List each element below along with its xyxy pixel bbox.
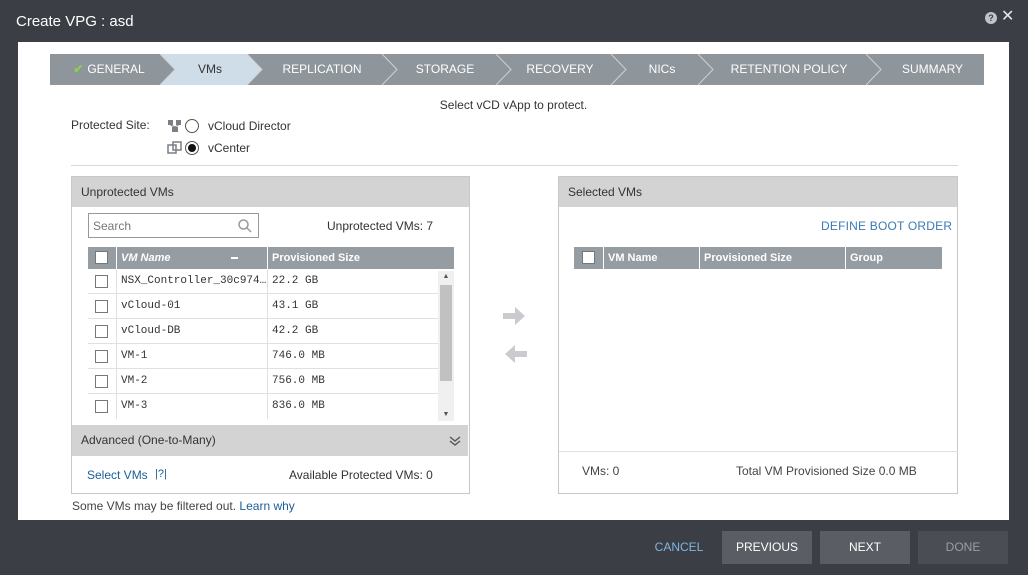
check-icon: ✔: [73, 62, 84, 76]
selected-vms-panel: Selected VMs DEFINE BOOT ORDER VM Name P…: [558, 176, 958, 494]
site-option-label: vCenter: [208, 141, 251, 155]
table-row[interactable]: VM-1 746.0 MB: [88, 344, 438, 369]
wizard-step-replication[interactable]: REPLICATION: [262, 54, 382, 85]
select-all-checkbox[interactable]: [582, 251, 595, 264]
vm-size: 756.0 MB: [267, 369, 438, 394]
row-checkbox[interactable]: [95, 275, 108, 288]
column-group[interactable]: Group: [845, 247, 942, 269]
wizard-step-vms[interactable]: VMs: [168, 54, 252, 85]
table-row[interactable]: NSX_Controller_30c974... 22.2 GB: [88, 269, 438, 294]
previous-button[interactable]: PREVIOUS: [722, 531, 812, 564]
unprotected-vms-panel: Unprotected VMs Unprotected VMs: 7 VM Na…: [71, 176, 470, 494]
panel-header: Unprotected VMs: [72, 177, 469, 207]
vm-size: 42.2 GB: [267, 319, 438, 344]
select-all-checkbox[interactable]: [95, 251, 108, 264]
column-provisioned-size[interactable]: Provisioned Size: [267, 247, 454, 269]
vm-list-scrollbar[interactable]: ▲ ▼: [438, 271, 454, 421]
learn-why-link[interactable]: Learn why: [239, 499, 294, 513]
wizard-step-nics[interactable]: NICs: [626, 54, 698, 85]
close-icon[interactable]: ✕: [1001, 8, 1014, 26]
unprotected-grid-header: VM Name Provisioned Size: [88, 247, 454, 269]
column-provisioned-size[interactable]: Provisioned Size: [699, 247, 845, 269]
define-boot-order-link[interactable]: DEFINE BOOT ORDER: [821, 219, 952, 233]
vcenter-icon: [167, 141, 182, 154]
search-input[interactable]: [93, 217, 231, 234]
table-row[interactable]: vCloud-DB 42.2 GB: [88, 319, 438, 344]
row-checkbox[interactable]: [95, 375, 108, 388]
sort-indicator-icon: [230, 257, 238, 260]
vm-size: 746.0 MB: [267, 344, 438, 369]
selected-vms-count: VMs: 0: [582, 464, 620, 478]
protected-site-label: Protected Site:: [71, 118, 150, 132]
filter-note: Some VMs may be filtered out. Learn why: [72, 499, 295, 513]
divider: [559, 451, 958, 452]
row-checkbox[interactable]: [95, 350, 108, 363]
vm-name: NSX_Controller_30c974...: [116, 269, 267, 294]
dialog-content: ✔ GENERAL VMs REPLICATION STORAGE RECOVER…: [18, 42, 1009, 520]
search-box[interactable]: [88, 213, 259, 238]
vm-name: VM-1: [116, 344, 267, 369]
site-option-label: vCloud Director: [208, 119, 291, 133]
instruction-text: Select vCD vApp to protect.: [439, 98, 588, 112]
wizard-step-retention-policy[interactable]: RETENTION POLICY: [713, 54, 865, 85]
vm-name: VM-2: [116, 369, 267, 394]
unprotected-count: Unprotected VMs: 7: [327, 219, 434, 233]
row-checkbox[interactable]: [95, 400, 108, 413]
vm-size: 22.2 GB: [267, 269, 438, 294]
table-row[interactable]: VM-2 756.0 MB: [88, 369, 438, 394]
scroll-up-icon[interactable]: ▲: [438, 271, 454, 283]
help-link[interactable]: |?|: [155, 468, 167, 480]
table-row[interactable]: vCloud-01 43.1 GB: [88, 294, 438, 319]
wizard-step-summary[interactable]: SUMMARY: [881, 54, 984, 85]
cancel-button[interactable]: CANCEL: [650, 531, 708, 564]
vcloud-director-icon: [168, 120, 181, 132]
divider: [71, 165, 958, 166]
total-provisioned-size: Total VM Provisioned Size 0.0 MB: [736, 464, 917, 478]
wizard-step-recovery[interactable]: RECOVERY: [511, 54, 609, 85]
available-protected-vms: Available Protected VMs: 0: [289, 468, 433, 482]
table-row[interactable]: VM-3 836.0 MB: [88, 394, 438, 419]
row-checkbox[interactable]: [95, 300, 108, 313]
title-bar: Create VPG : asd ? ✕: [0, 0, 1028, 42]
radio-vcloud-director[interactable]: [185, 119, 199, 133]
advanced-label: Advanced (One-to-Many): [81, 433, 216, 447]
wizard-step-general[interactable]: ✔ GENERAL: [50, 54, 168, 85]
wizard-steps: ✔ GENERAL VMs REPLICATION STORAGE RECOVER…: [50, 54, 984, 85]
radio-vcenter[interactable]: [185, 141, 199, 155]
scroll-thumb[interactable]: [440, 285, 452, 381]
vm-size: 43.1 GB: [267, 294, 438, 319]
double-chevron-down-icon[interactable]: [448, 425, 462, 456]
vm-name: VM-3: [116, 394, 267, 419]
header-select-all: [88, 247, 116, 269]
search-icon[interactable]: [237, 218, 253, 234]
scroll-down-icon[interactable]: ▼: [438, 409, 454, 421]
next-button[interactable]: NEXT: [820, 531, 910, 564]
vm-size: 836.0 MB: [267, 394, 438, 419]
arrow-right-icon[interactable]: [503, 306, 527, 326]
vm-name: vCloud-DB: [116, 319, 267, 344]
wizard-step-storage[interactable]: STORAGE: [397, 54, 493, 85]
select-vms-link[interactable]: Select VMs: [87, 468, 148, 482]
advanced-section-toggle[interactable]: Advanced (One-to-Many): [72, 425, 468, 456]
column-vm-name[interactable]: VM Name: [603, 247, 699, 269]
arrow-left-icon[interactable]: [503, 344, 527, 364]
help-icon[interactable]: ?: [985, 12, 997, 24]
header-select-all: [574, 247, 603, 269]
row-checkbox[interactable]: [95, 325, 108, 338]
done-button[interactable]: DONE: [918, 531, 1008, 564]
vm-name: vCloud-01: [116, 294, 267, 319]
selected-grid-header: VM Name Provisioned Size Group: [574, 247, 942, 269]
column-vm-name[interactable]: VM Name: [116, 247, 267, 269]
dialog-title: Create VPG : asd: [16, 13, 134, 30]
panel-header: Selected VMs: [559, 177, 957, 207]
